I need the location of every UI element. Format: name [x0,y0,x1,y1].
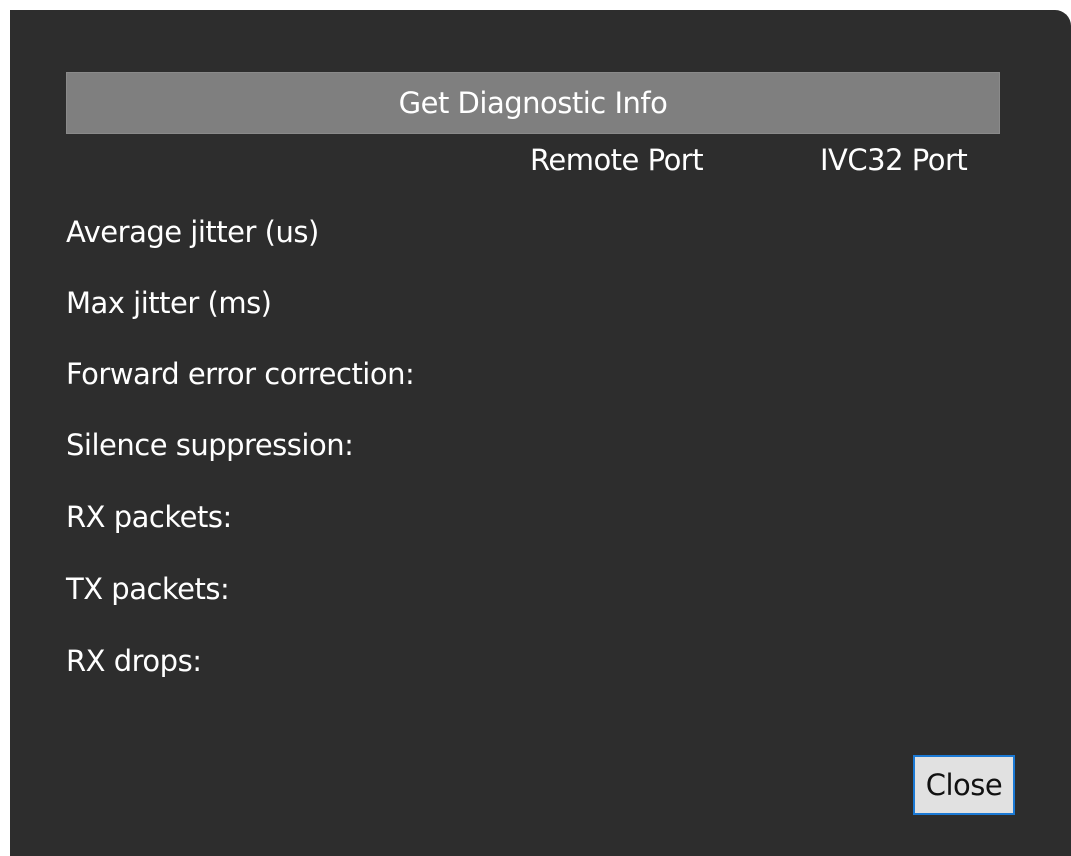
column-header-remote-port: Remote Port [530,143,704,177]
row-label-forward-error-correction: Forward error correction: [66,357,415,391]
close-button[interactable]: Close [913,755,1015,815]
row-label-rx-drops: RX drops: [66,644,202,678]
row-label-rx-packets: RX packets: [66,500,232,534]
row-label-silence-suppression: Silence suppression: [66,428,354,462]
row-label-tx-packets: TX packets: [66,572,230,606]
row-label-average-jitter: Average jitter (us) [66,215,319,249]
column-header-ivc32-port: IVC32 Port [820,143,968,177]
diagnostic-dialog: Get Diagnostic Info Remote Port IVC32 Po… [10,10,1071,856]
get-diagnostic-info-button[interactable]: Get Diagnostic Info [66,72,1000,134]
row-label-max-jitter: Max jitter (ms) [66,286,272,320]
